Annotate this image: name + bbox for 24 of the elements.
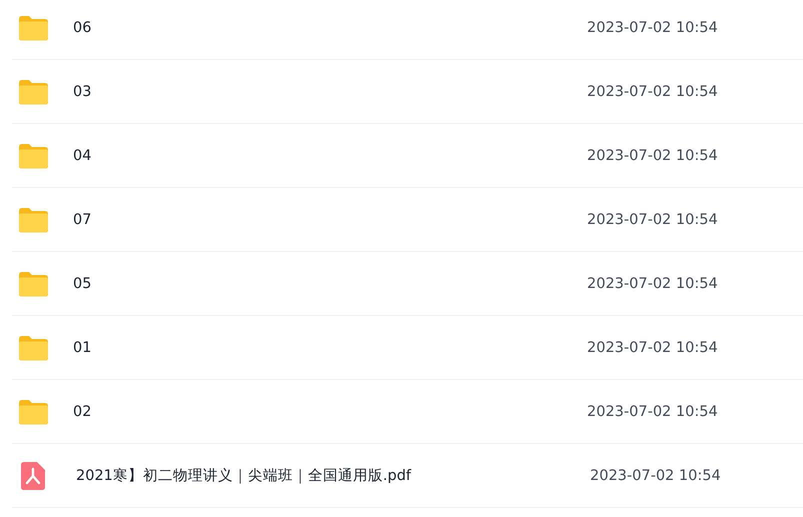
modified-date: 2023-07-02 10:54 xyxy=(587,20,718,36)
folder-icon xyxy=(18,334,49,360)
folder-icon xyxy=(18,398,49,424)
file-name[interactable]: 01 xyxy=(73,340,587,356)
modified-date: 2023-07-02 10:54 xyxy=(587,84,718,100)
file-name[interactable]: 2021寒】初二物理讲义｜尖端班｜全国通用版.pdf xyxy=(76,466,590,485)
modified-date: 2023-07-02 10:54 xyxy=(587,148,718,164)
modified-date: 2023-07-02 10:54 xyxy=(587,340,718,356)
folder-icon xyxy=(18,14,49,40)
folder-icon xyxy=(18,142,49,168)
folder-icon xyxy=(18,206,49,232)
file-name[interactable]: 04 xyxy=(73,148,587,164)
file-name[interactable]: 07 xyxy=(73,212,587,228)
modified-date: 2023-07-02 10:54 xyxy=(587,276,718,292)
modified-date: 2023-07-02 10:54 xyxy=(587,404,718,420)
file-name[interactable]: 05 xyxy=(73,276,587,292)
folder-icon xyxy=(18,270,49,296)
file-name[interactable]: 03 xyxy=(73,84,587,100)
pdf-file-icon xyxy=(21,462,45,490)
folder-icon xyxy=(18,78,49,104)
modified-date: 2023-07-02 10:54 xyxy=(590,468,721,484)
file-name[interactable]: 02 xyxy=(73,404,587,420)
file-name[interactable]: 06 xyxy=(73,20,587,36)
modified-date: 2023-07-02 10:54 xyxy=(587,212,718,228)
